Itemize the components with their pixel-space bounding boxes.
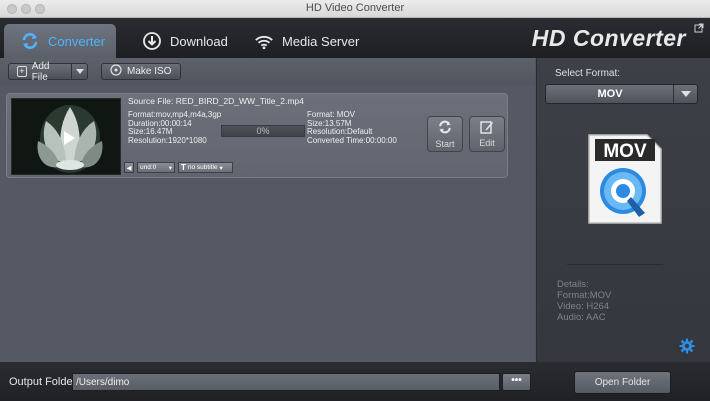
select-format-label: Select Format: xyxy=(555,68,621,79)
window-title: HD Video Converter xyxy=(305,2,405,14)
browse-folder-button[interactable]: ••• xyxy=(502,373,531,391)
refresh-icon xyxy=(437,119,453,137)
details-video: Video: H264 xyxy=(557,301,610,312)
details-audio: Audio: AAC xyxy=(557,312,606,323)
tab-media-server[interactable]: Media Server xyxy=(238,24,368,58)
tab-media-server-label: Media Server xyxy=(282,33,360,49)
popout-icon[interactable] xyxy=(694,20,704,33)
tab-download-label: Download xyxy=(170,33,228,49)
output-folder-label: Output Folder: xyxy=(9,376,80,388)
source-resolution: Resolution:1920*1080 xyxy=(128,135,207,145)
details-heading: Details: xyxy=(557,279,589,290)
edit-label: Edit xyxy=(479,138,495,148)
make-iso-label: Make ISO xyxy=(127,66,172,77)
audio-track-select[interactable]: und:0 ▾ xyxy=(137,162,175,173)
speaker-icon: ◀ xyxy=(126,164,132,172)
format-select-value: MOV xyxy=(597,88,623,100)
start-label: Start xyxy=(435,139,455,149)
settings-gear-icon[interactable] xyxy=(679,338,695,354)
app-window: HD Video Converter Converter Download Me… xyxy=(0,0,710,401)
disc-icon xyxy=(110,64,122,79)
tab-download[interactable]: Download xyxy=(126,24,236,58)
make-iso-button[interactable]: Make ISO xyxy=(101,63,181,80)
output-folder-input[interactable] xyxy=(72,373,500,391)
subtitle-select[interactable]: T no subtitle ▾ xyxy=(178,162,233,173)
video-thumbnail[interactable] xyxy=(11,98,121,175)
mov-icon-text: MOV xyxy=(603,141,647,162)
conversion-progress-bar: 0% xyxy=(221,125,305,137)
format-dropdown-arrow[interactable] xyxy=(673,85,697,103)
audio-volume-button[interactable]: ◀ xyxy=(124,162,134,173)
add-file-button[interactable]: + Add File xyxy=(8,60,72,83)
wifi-icon xyxy=(254,31,274,51)
flower-image xyxy=(12,99,120,174)
details-format: Format:MOV xyxy=(557,290,612,301)
chevron-down-icon xyxy=(680,90,691,97)
format-details: Details: Format:MOV Video: H264 Audio: A… xyxy=(557,279,611,323)
text-icon: T xyxy=(181,163,186,172)
main-header: Converter Download Media Server HD Conve… xyxy=(0,18,710,58)
edit-icon xyxy=(480,120,494,136)
add-file-icon: + xyxy=(17,66,27,77)
chevron-down-icon: ▾ xyxy=(219,164,223,172)
brand-logo: HD Converter xyxy=(531,25,686,51)
quicktime-mov-icon: MOV xyxy=(587,133,663,225)
start-button[interactable]: Start xyxy=(427,116,463,152)
toolbar: + Add File Make ISO xyxy=(0,58,535,85)
tab-converter-label: Converter xyxy=(48,33,106,49)
source-details: Format:mov,mp4,m4a,3gp Duration:00:00:14… xyxy=(128,110,221,145)
bottom-bar: Output Folder: ••• Open Folder xyxy=(0,362,710,401)
download-icon xyxy=(142,31,162,51)
list-item[interactable]: Source File: RED_BIRD_2D_WW_Title_2.mp4 … xyxy=(6,93,508,178)
format-panel: Select Format: MOV MOV Details: Format:M… xyxy=(536,58,710,362)
title-bar: HD Video Converter xyxy=(0,0,710,18)
refresh-icon xyxy=(20,31,40,51)
subtitle-value: no subtitle xyxy=(187,164,218,171)
edit-button[interactable]: Edit xyxy=(469,116,505,152)
add-file-label: Add File xyxy=(31,60,50,83)
chevron-down-icon xyxy=(75,68,84,74)
open-folder-button[interactable]: Open Folder xyxy=(574,371,671,394)
source-file-name: Source File: RED_BIRD_2D_WW_Title_2.mp4 xyxy=(128,96,304,106)
converted-time: Converted Time:00:00:00 xyxy=(307,135,397,145)
output-details: Format: MOV Size:13.57M Resolution:Defau… xyxy=(307,110,397,145)
add-file-dropdown[interactable] xyxy=(71,63,88,80)
audio-track-value: und:0 xyxy=(140,164,157,171)
tab-converter[interactable]: Converter xyxy=(4,24,116,58)
format-select[interactable]: MOV xyxy=(545,84,698,104)
separator xyxy=(567,264,663,265)
file-list: Source File: RED_BIRD_2D_WW_Title_2.mp4 … xyxy=(0,85,535,362)
chevron-down-icon: ▾ xyxy=(168,164,172,172)
